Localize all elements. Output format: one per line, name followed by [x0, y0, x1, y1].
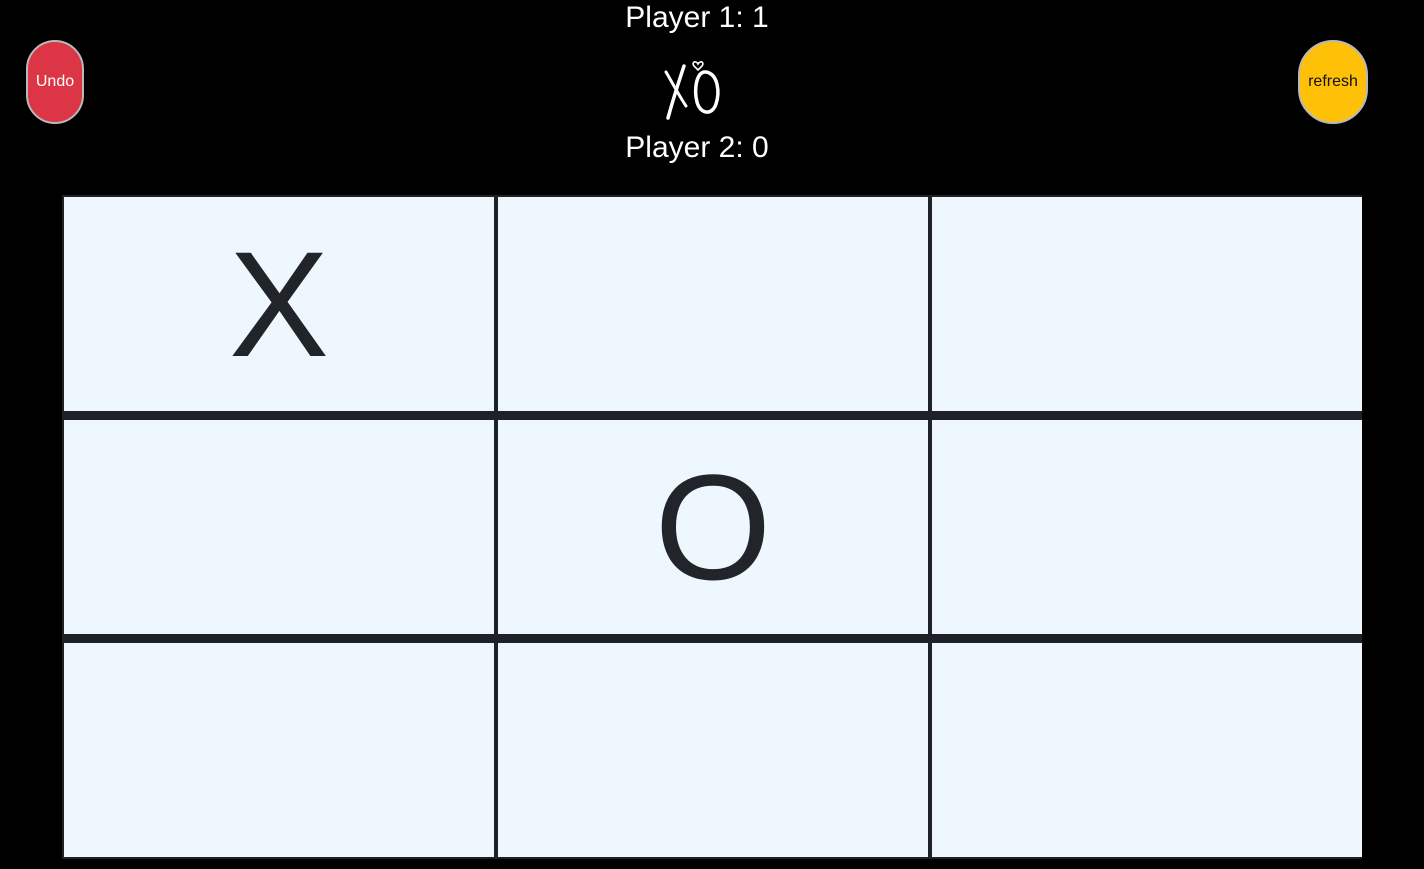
game-board: X O [62, 195, 1362, 859]
board-cell[interactable] [64, 420, 494, 634]
board-cell[interactable] [932, 420, 1362, 634]
board-cell[interactable]: O [498, 420, 928, 634]
board-cell[interactable] [64, 643, 494, 857]
refresh-button[interactable]: refresh [1298, 40, 1368, 124]
board-cell[interactable] [932, 643, 1362, 857]
undo-button[interactable]: Undo [26, 40, 84, 124]
player-2-score: Player 2: 0 [625, 131, 769, 164]
board-cell[interactable]: X [64, 197, 494, 411]
game-page: Player 1: 1 Player 2: 0 Undo refresh X O [0, 0, 1424, 869]
xo-logo-icon [660, 56, 724, 122]
board-cell[interactable] [932, 197, 1362, 411]
player-1-score: Player 1: 1 [625, 1, 769, 34]
board-cell[interactable] [498, 643, 928, 857]
board-cell[interactable] [498, 197, 928, 411]
